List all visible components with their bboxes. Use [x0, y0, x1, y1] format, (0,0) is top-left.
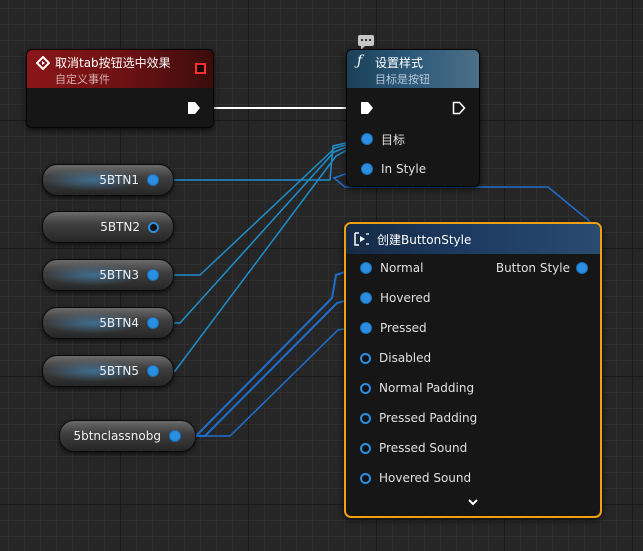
make-struct-icon	[354, 232, 369, 246]
make-node-header: 创建ButtonStyle	[346, 224, 600, 254]
in-style-pin-row[interactable]: In Style	[361, 159, 426, 179]
variable-5btn1[interactable]: 5BTN1	[42, 164, 174, 196]
hovered-sound-pin-row[interactable]: Hovered Sound	[360, 468, 471, 488]
pin-label: Pressed Sound	[379, 441, 468, 455]
normal-padding-pin-row[interactable]: Normal Padding	[360, 378, 474, 398]
pin-label: Disabled	[379, 351, 432, 365]
event-subtitle: 自定义事件	[55, 73, 110, 86]
variable-5btn5[interactable]: 5BTN5	[42, 355, 174, 387]
function-title: 设置样式	[375, 56, 424, 70]
variable-5btnclassnobg[interactable]: 5btnclassnobg	[59, 420, 196, 452]
button-style-output-pin[interactable]	[576, 262, 588, 274]
wire-btn4-target	[150, 140, 363, 324]
variable-label: 5BTN5	[99, 364, 139, 378]
pressed-padding-pin[interactable]	[360, 412, 371, 424]
wire-btn3-target	[150, 139, 363, 276]
variable-output-pin[interactable]	[147, 365, 159, 377]
variable-label: 5btnclassnobg	[73, 429, 161, 443]
variable-label: 5BTN2	[100, 220, 140, 234]
custom-event-node[interactable]: 取消tab按钮选中效果 自定义事件	[26, 49, 214, 128]
variable-output-pin[interactable]	[147, 174, 159, 186]
variable-output-pin[interactable]	[147, 269, 159, 281]
function-f-icon: ƒ	[357, 53, 363, 69]
pressed-sound-pin[interactable]	[360, 442, 371, 454]
wire-btn1-target	[150, 138, 363, 181]
pressed-sound-pin-row[interactable]: Pressed Sound	[360, 438, 467, 458]
wire-class-normal	[170, 265, 363, 437]
hovered-pin-row[interactable]: Hovered	[360, 288, 431, 308]
function-node-header: ƒ 设置样式 目标是按钮	[347, 50, 479, 88]
pressed-pin-row[interactable]: Pressed	[360, 318, 427, 338]
variable-5btn2[interactable]: 5BTN2	[42, 211, 174, 243]
in-style-pin[interactable]	[361, 163, 373, 175]
exec-in-pin[interactable]	[360, 101, 374, 115]
normal-pin[interactable]	[360, 262, 372, 274]
make-node-title: 创建ButtonStyle	[377, 233, 472, 247]
pin-label: Pressed Padding	[379, 411, 478, 425]
pin-label: Normal	[380, 261, 424, 275]
event-delegate-icon[interactable]	[195, 63, 206, 74]
set-style-node[interactable]: ƒ 设置样式 目标是按钮 目标 In Style	[346, 49, 480, 187]
normal-padding-pin[interactable]	[360, 382, 371, 394]
pressed-pin[interactable]	[360, 322, 372, 334]
variable-output-pin[interactable]	[169, 430, 181, 442]
pin-label: Normal Padding	[379, 381, 475, 395]
pin-label: Hovered	[380, 291, 431, 305]
function-subtitle: 目标是按钮	[375, 73, 430, 86]
target-pin[interactable]	[361, 133, 373, 145]
variable-5btn4[interactable]: 5BTN4	[42, 307, 174, 339]
diamond-event-icon	[36, 56, 50, 70]
variable-label: 5BTN4	[99, 316, 139, 330]
pressed-padding-pin-row[interactable]: Pressed Padding	[360, 408, 477, 428]
target-pin-row[interactable]: 目标	[361, 129, 405, 149]
variable-output-pin[interactable]	[148, 221, 159, 233]
event-node-header: 取消tab按钮选中效果 自定义事件	[27, 50, 213, 88]
button-style-output-row[interactable]: Button Style	[496, 258, 588, 278]
normal-pin-row[interactable]: Normal	[360, 258, 423, 278]
exec-out-pin[interactable]	[452, 101, 466, 115]
event-title: 取消tab按钮选中效果	[55, 56, 171, 70]
variable-label: 5BTN3	[99, 268, 139, 282]
chevron-down-icon[interactable]	[467, 498, 479, 506]
target-pin-label: 目标	[381, 132, 406, 147]
output-pin-label: Button Style	[495, 261, 570, 275]
comment-bubble-icon[interactable]	[358, 35, 374, 50]
variable-output-pin[interactable]	[147, 317, 159, 329]
in-style-pin-label: In Style	[381, 162, 427, 176]
variable-label: 5BTN1	[99, 173, 139, 187]
disabled-pin[interactable]	[360, 352, 371, 364]
exec-out-pin[interactable]	[187, 101, 201, 115]
variable-5btn3[interactable]: 5BTN3	[42, 259, 174, 291]
disabled-pin-row[interactable]: Disabled	[360, 348, 431, 368]
pin-label: Pressed	[380, 321, 427, 335]
wire-class-pressed	[170, 325, 363, 437]
hovered-pin[interactable]	[360, 292, 372, 304]
hovered-sound-pin[interactable]	[360, 472, 371, 484]
pin-label: Hovered Sound	[379, 471, 472, 485]
make-button-style-node[interactable]: 创建ButtonStyle Normal Button Style Hovere…	[344, 222, 602, 518]
